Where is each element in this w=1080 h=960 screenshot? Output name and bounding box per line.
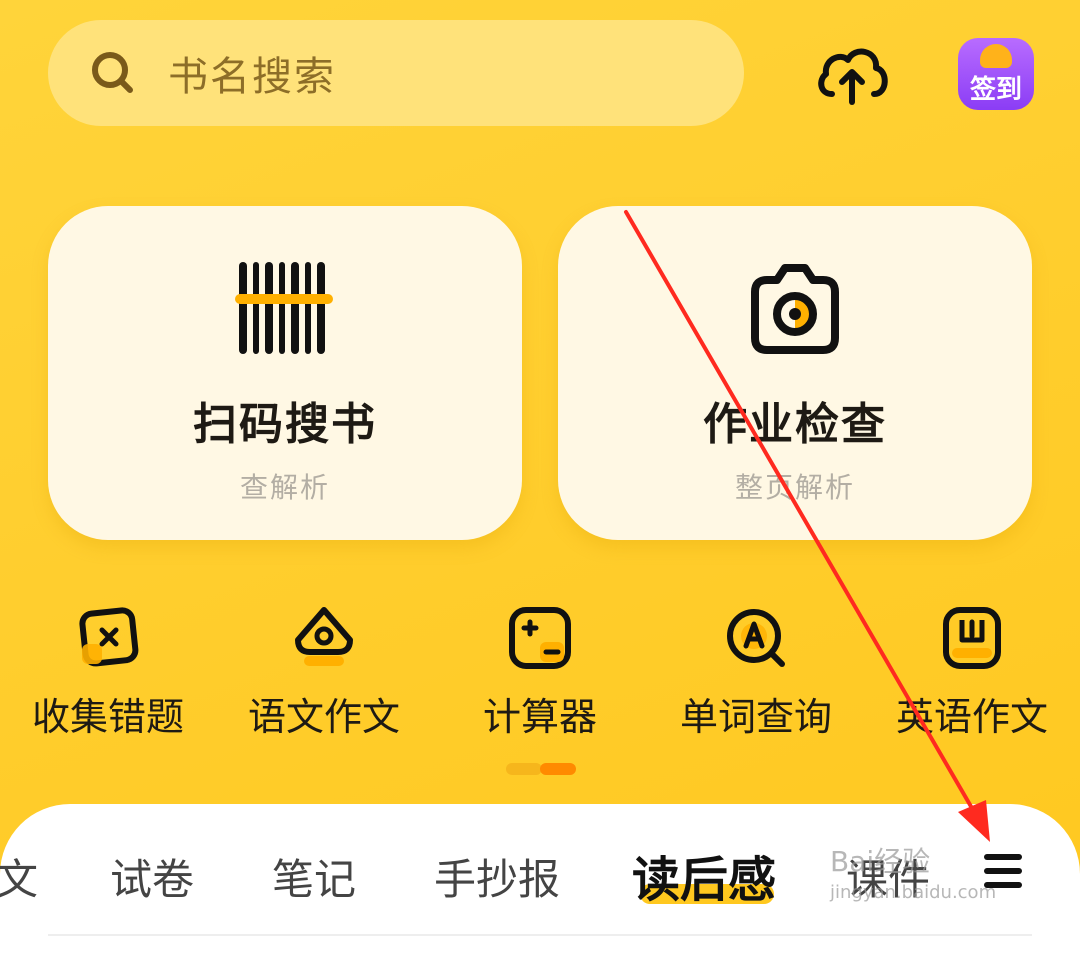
star-icon [980,44,1012,68]
cloud-upload-icon[interactable] [814,40,890,108]
search-icon [92,52,133,93]
tool-english-essay[interactable]: 英语作文 [872,604,1072,741]
card-title: 扫码搜书 [193,399,377,450]
tab-handwritten-posters[interactable]: 手抄报 [434,846,560,907]
category-tabs-panel: 文 试卷 笔记 手抄报 读后感 课件 [0,804,1080,960]
divider [48,934,1032,936]
page-dot-active [540,763,576,775]
tool-chinese-essay[interactable]: 语文作文 [224,604,424,741]
tab-courseware[interactable]: 课件 [846,846,930,907]
word-search-icon [727,609,785,667]
tools-row: 收集错题 语文作文 计算器 单词查询 英语作文 [0,604,1080,744]
page-indicator [506,763,576,775]
tab-exam-papers[interactable]: 试卷 [110,846,194,907]
error-collection-icon [79,607,139,667]
card-title: 作业检查 [703,399,887,450]
scan-book-card[interactable]: 扫码搜书 查解析 [48,206,522,540]
tab-reading-reflection[interactable]: 读后感 [632,840,776,910]
english-book-icon [943,607,1001,669]
calculator-icon [509,607,571,669]
checkin-label: 签到 [969,75,1022,105]
card-subtitle: 整页解析 [734,471,855,504]
checkin-button[interactable]: 签到 [958,38,1034,110]
tab-notes[interactable]: 笔记 [272,846,356,907]
pen-nib-icon [295,607,353,666]
tool-label: 计算器 [482,695,597,739]
tool-label: 英语作文 [895,695,1048,739]
barcode-scan-icon [235,262,333,354]
search-bar[interactable]: 书名搜索 [48,20,744,126]
menu-icon[interactable] [984,854,1022,890]
camera-icon [751,264,839,354]
tab-wen[interactable]: 文 [0,846,38,907]
tool-collect-errors[interactable]: 收集错题 [8,604,208,741]
search-placeholder: 书名搜索 [168,54,336,100]
tool-calculator[interactable]: 计算器 [440,604,640,741]
tool-word-lookup[interactable]: 单词查询 [656,604,856,741]
tool-label: 收集错题 [31,695,184,739]
homework-check-card[interactable]: 作业检查 整页解析 [558,206,1032,540]
page-dot [506,763,542,775]
tool-label: 单词查询 [679,695,832,739]
card-subtitle: 查解析 [239,471,330,504]
tool-label: 语文作文 [247,695,400,739]
